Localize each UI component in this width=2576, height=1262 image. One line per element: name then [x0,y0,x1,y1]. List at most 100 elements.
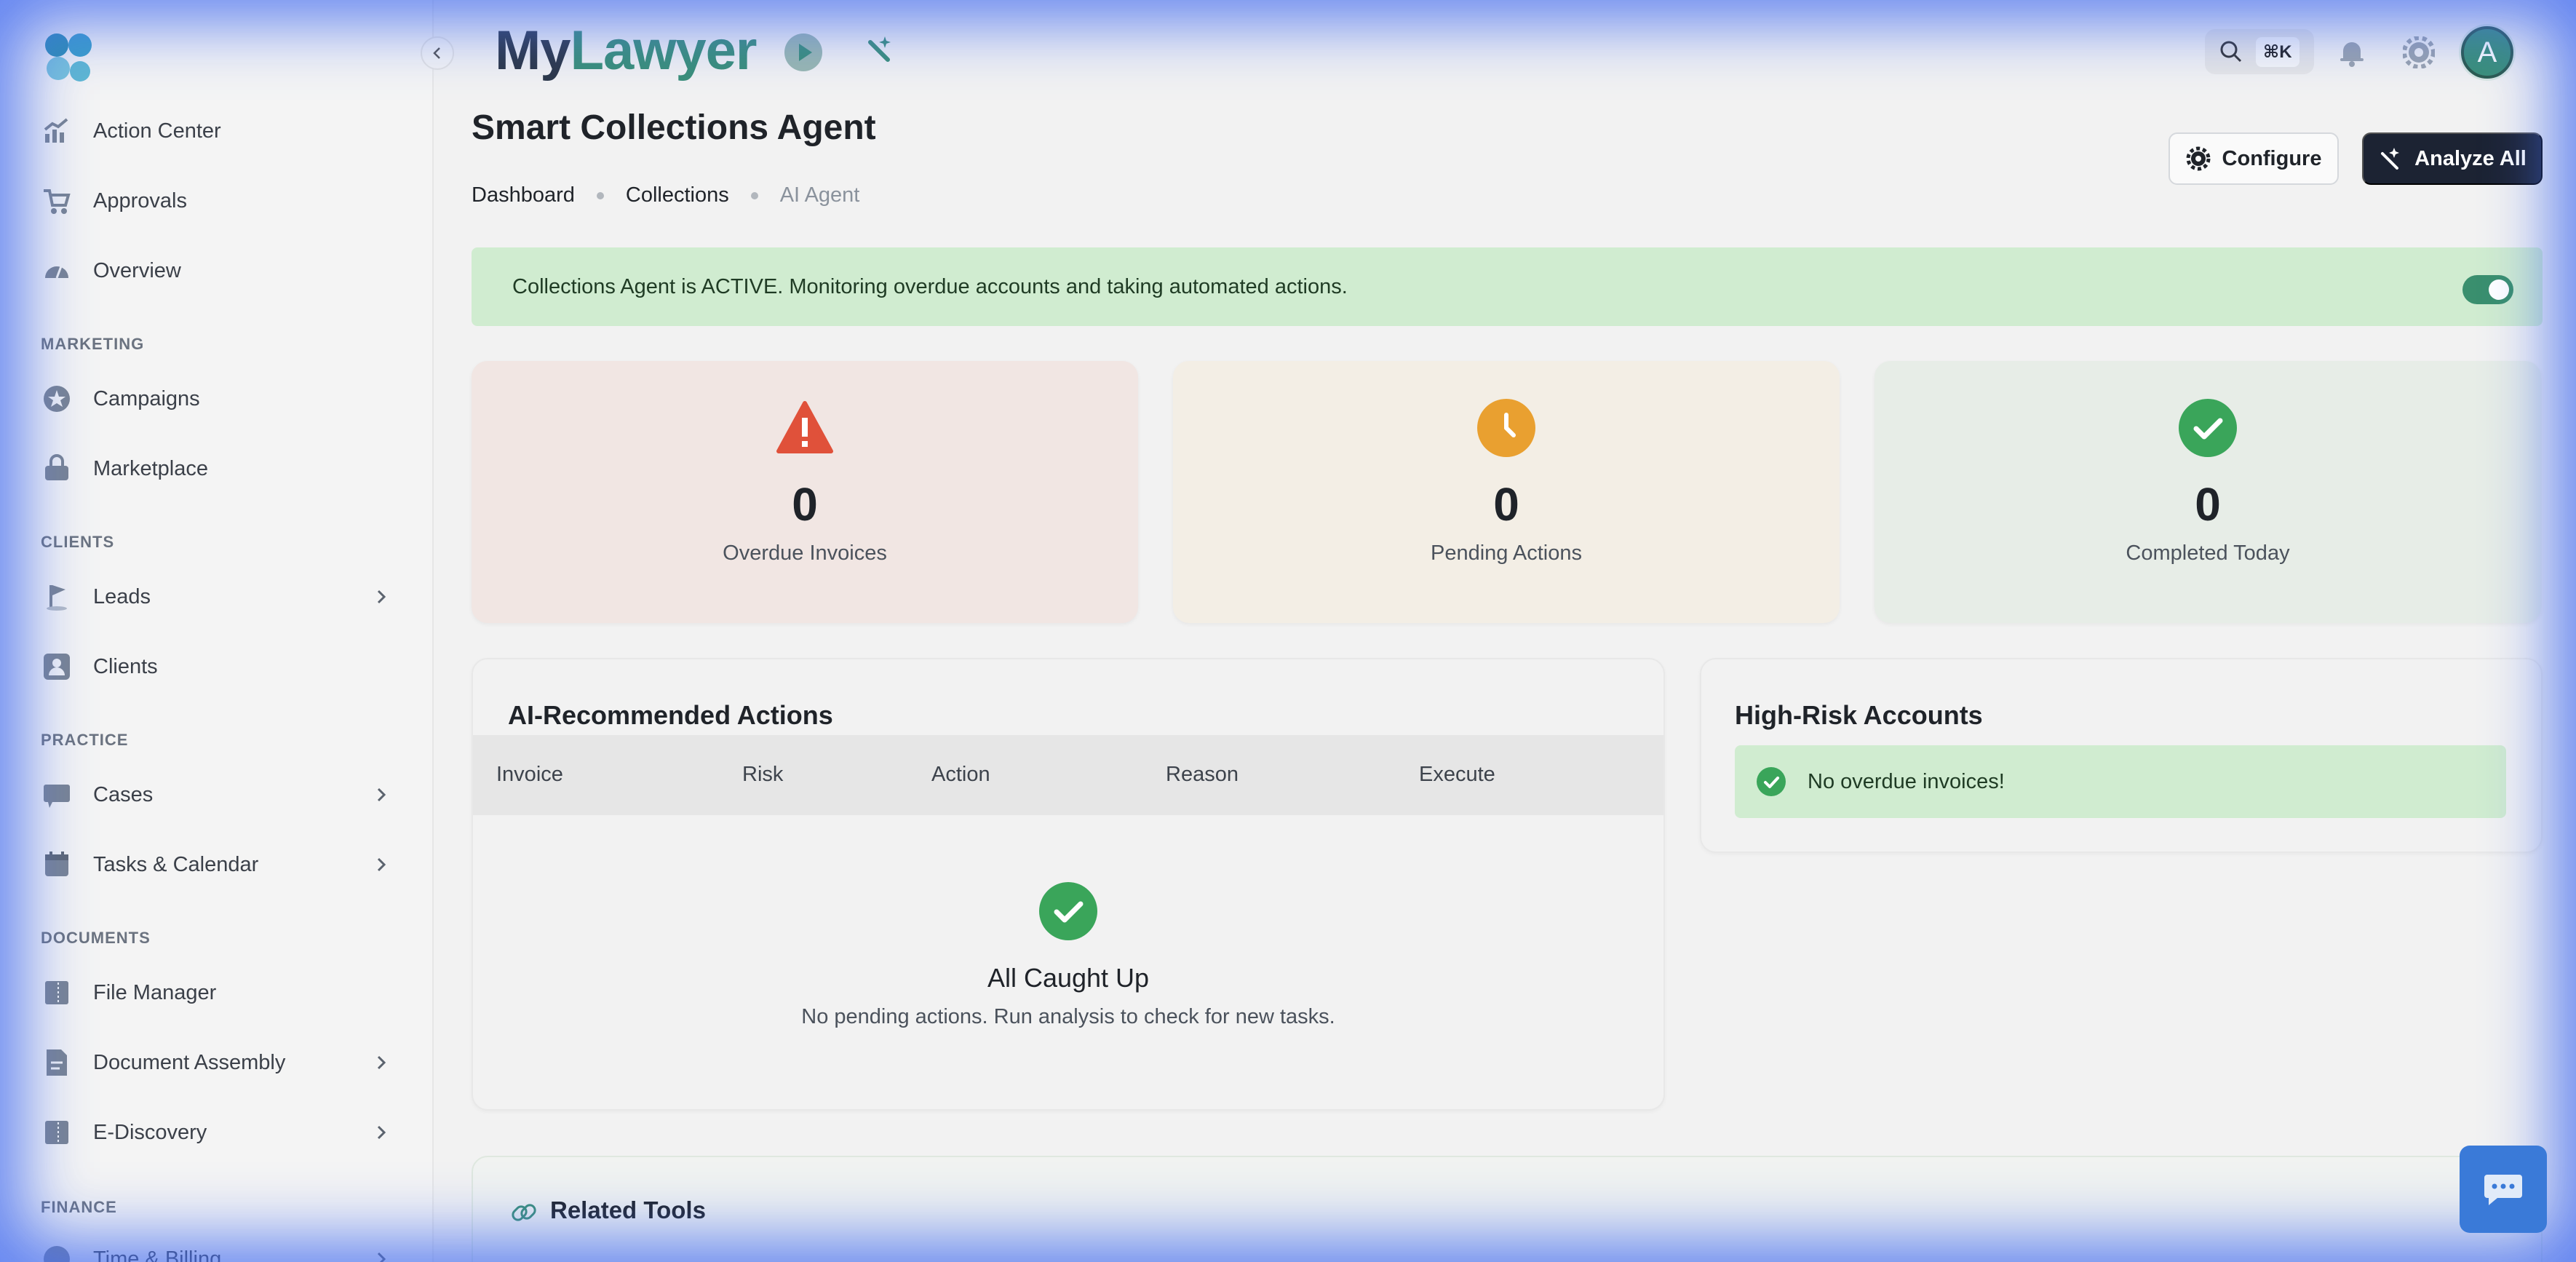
avatar[interactable]: A [2461,26,2513,79]
search-shortcut: ⌘K [2256,36,2299,67]
sidebar-item-label: Action Center [93,119,221,143]
check-circle-icon [1757,767,1786,796]
table-header: Invoice Risk Action Reason Execute [473,735,1663,815]
gauge-icon [41,255,73,287]
chevron-right-icon[interactable] [371,854,391,878]
user-card-icon [41,651,73,683]
chart-up-icon [41,115,73,147]
sidebar-item-time-billing[interactable]: Time & Billing [41,1237,405,1262]
flag-icon [41,581,73,613]
breadcrumb-collections[interactable]: Collections [626,183,729,207]
stat-label: Completed Today [2126,541,2290,565]
sidebar-item-campaigns[interactable]: Campaigns [41,377,405,421]
high-risk-accounts-panel: High-Risk Accounts No overdue invoices! [1700,658,2543,853]
calendar-icon [41,849,73,881]
magic-wand-icon[interactable] [863,32,899,72]
brand-prefix: My [495,20,571,82]
stat-card-pending: 0 Pending Actions [1173,361,1840,623]
sidebar-item-document-assembly[interactable]: Document Assembly [41,1041,405,1084]
breadcrumb-dashboard[interactable]: Dashboard [472,183,575,207]
link-icon [509,1198,538,1231]
ai-recommended-actions-panel: AI-Recommended Actions Invoice Risk Acti… [472,658,1665,1111]
folder-search-icon [41,1116,73,1148]
brand-title[interactable]: MyLawyer [495,19,757,82]
chevron-right-icon[interactable] [371,785,391,809]
stat-value: 0 [1493,478,1519,531]
sidebar-item-leads[interactable]: Leads [41,575,405,619]
gear-icon[interactable] [2402,36,2436,72]
configure-button[interactable]: Configure [2168,132,2339,185]
sidebar-item-label: Marketplace [93,456,208,480]
agent-status-banner: Collections Agent is ACTIVE. Monitoring … [472,247,2543,326]
app-logo[interactable] [42,31,98,86]
briefcase-icon [41,779,73,811]
sidebar-item-label: Leads [93,584,151,608]
stat-card-overdue: 0 Overdue Invoices [472,361,1138,623]
chevron-right-icon[interactable] [371,587,391,611]
check-circle-icon [1039,882,1097,940]
section-label-finance: FINANCE [41,1198,117,1216]
stat-label: Overdue Invoices [723,541,887,565]
star-badge-icon [41,383,73,415]
sidebar-item-file-manager[interactable]: File Manager [41,971,405,1015]
section-label-clients: CLIENTS [41,533,115,551]
column-header-risk[interactable]: Risk [742,763,783,787]
sidebar-item-cases[interactable]: Cases [41,773,405,817]
clock-icon [41,1243,73,1262]
column-header-execute[interactable]: Execute [1419,763,1495,787]
search-icon [2220,41,2242,63]
search-button[interactable]: ⌘K [2205,29,2314,74]
sidebar-item-overview[interactable]: Overview [41,249,405,293]
magic-wand-icon [2381,148,2400,170]
sidebar-item-label: Campaigns [93,386,200,410]
sidebar-item-marketplace[interactable]: Marketplace [41,447,405,491]
sidebar-item-tasks-calendar[interactable]: Tasks & Calendar [41,843,405,886]
no-overdue-text: No overdue invoices! [1808,769,2005,793]
chat-bubble-icon [2484,1175,2522,1205]
empty-state-title: All Caught Up [987,963,1150,993]
stat-label: Pending Actions [1431,541,1582,565]
sidebar-item-approvals[interactable]: Approvals [41,179,405,223]
column-header-invoice[interactable]: Invoice [496,763,563,787]
sidebar-item-e-discovery[interactable]: E-Discovery [41,1111,405,1154]
column-header-action[interactable]: Action [931,763,990,787]
breadcrumb-separator [750,191,758,199]
sidebar-item-label: Approvals [93,188,187,213]
collapse-sidebar-button[interactable] [421,36,454,70]
related-tools-title: Related Tools [550,1196,706,1223]
sidebar-item-label: Tasks & Calendar [93,852,259,876]
breadcrumb-separator [596,191,604,199]
gear-icon [2186,146,2211,171]
chevron-right-icon[interactable] [371,1249,391,1262]
empty-state-subtitle: No pending actions. Run analysis to chec… [801,1005,1335,1028]
breadcrumb: Dashboard Collections AI Agent [472,183,859,207]
sidebar-item-label: Clients [93,654,158,678]
panel-title: AI-Recommended Actions [508,700,833,730]
stat-value: 0 [2195,478,2221,531]
page-title: Smart Collections Agent [472,108,876,147]
agent-active-toggle[interactable] [2462,275,2513,304]
chat-button[interactable] [2460,1146,2547,1233]
bell-icon[interactable] [2336,36,2368,72]
sidebar-item-label: Cases [93,782,154,806]
analyze-all-label: Analyze All [2414,146,2527,170]
shopping-bag-icon [41,453,73,485]
panel-title: High-Risk Accounts [1735,700,1983,730]
section-label-practice: PRACTICE [41,731,129,749]
brand-suffix: Lawyer [570,20,758,82]
play-icon[interactable] [783,32,824,76]
column-header-reason[interactable]: Reason [1166,763,1239,787]
analyze-all-button[interactable]: Analyze All [2362,132,2543,185]
sidebar-item-label: Time & Billing [93,1247,222,1262]
sidebar-item-action-center[interactable]: Action Center [41,109,405,153]
related-tools-panel: Related Tools [472,1156,2543,1262]
sidebar-item-label: E-Discovery [93,1120,207,1144]
warning-icon [776,399,834,457]
sidebar-item-label: Overview [93,258,181,282]
breadcrumb-ai-agent: AI Agent [779,183,860,207]
clock-icon [1477,399,1535,457]
chevron-right-icon[interactable] [371,1052,391,1076]
section-label-documents: DOCUMENTS [41,929,151,947]
chevron-right-icon[interactable] [371,1122,391,1146]
sidebar-item-clients[interactable]: Clients [41,645,405,688]
